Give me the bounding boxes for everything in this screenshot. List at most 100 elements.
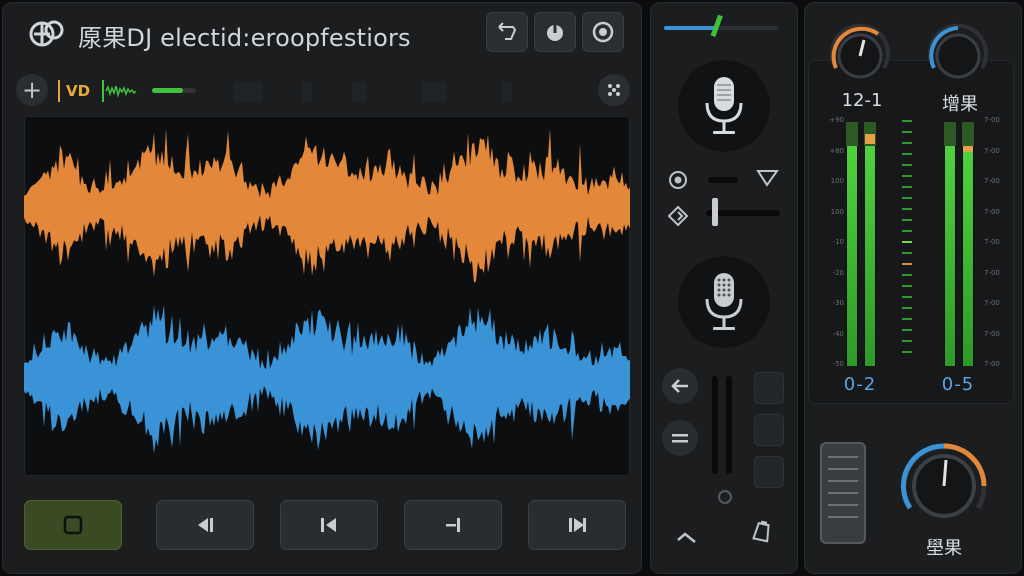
- record-icon: [669, 171, 687, 189]
- toolbar-slot: [352, 82, 366, 102]
- channel-a-gain-knob[interactable]: [826, 22, 894, 90]
- scale-tick: [902, 208, 912, 210]
- prev-icon: [198, 518, 213, 532]
- scale-tick: [902, 131, 912, 133]
- channel-fader-b[interactable]: [726, 376, 732, 474]
- cue-button[interactable]: [404, 500, 502, 550]
- target-button[interactable]: [582, 12, 624, 52]
- master-fader[interactable]: [820, 442, 866, 544]
- deck-a-waveform: [24, 128, 630, 283]
- waveform-display[interactable]: [24, 116, 630, 476]
- target-icon: [592, 21, 614, 43]
- scale-tick: [902, 142, 912, 144]
- scale-tick: [902, 263, 912, 265]
- meter-scale-right: 7-00 7-00 7-00 7-00 7-00 7-00 7-00 7-00 7-00: [984, 116, 1008, 368]
- mic-mixer-panel: [650, 2, 798, 574]
- mini-meter-icon: [102, 80, 137, 102]
- stop-icon: [63, 515, 83, 535]
- scale-label: 7-00: [984, 238, 1000, 246]
- deck-panel: 厡果DJ electid:eroopfestiors + VD: [2, 2, 642, 574]
- meter-b-right: [962, 122, 974, 366]
- toolbar-slot: [234, 82, 262, 102]
- record-button[interactable]: [666, 168, 690, 192]
- scale-label: +80: [829, 146, 844, 155]
- scale-label: -40: [832, 329, 844, 338]
- scale-tick: [902, 175, 912, 177]
- route-button[interactable]: [754, 166, 782, 190]
- pad-button-3[interactable]: [754, 456, 784, 488]
- mic-volume-handle[interactable]: [712, 198, 718, 226]
- mic-fx-button[interactable]: [666, 204, 690, 228]
- scale-label: 7-00: [984, 207, 1000, 216]
- arrow-left-icon: [671, 379, 688, 393]
- master-panel: 12-1 增果 +90 +80 100 100 -10 -20 -30 -40 -50 7-00…: [804, 2, 1022, 574]
- mic1-button[interactable]: [678, 60, 770, 152]
- channel-a-label: 12-1: [841, 90, 883, 111]
- shuffle-button[interactable]: [598, 74, 630, 106]
- scale-label: 7-00: [984, 146, 1000, 155]
- scale-tick: [902, 120, 912, 122]
- add-track-button[interactable]: +: [16, 74, 48, 106]
- pad-button-1[interactable]: [754, 372, 784, 404]
- channel-fader-a[interactable]: [712, 376, 718, 474]
- menu-button[interactable]: [662, 420, 698, 456]
- stop-button[interactable]: [24, 500, 122, 550]
- scale-label: 7-00: [984, 299, 1000, 307]
- scale-label: 7-00: [984, 268, 1000, 277]
- meter-a-left: [846, 122, 858, 366]
- power-button[interactable]: [534, 12, 576, 52]
- scale-tick: [902, 164, 912, 166]
- undo-button[interactable]: [674, 526, 698, 550]
- toolbar-slot: [422, 82, 446, 102]
- toolbar-slot: [302, 82, 312, 102]
- microphone-icon: [705, 77, 743, 134]
- scale-label: -50: [832, 360, 844, 368]
- scale-tick: [902, 296, 912, 298]
- pad-button-2[interactable]: [754, 414, 784, 446]
- mic2-button[interactable]: [678, 256, 770, 348]
- vd-label: VD: [66, 82, 91, 100]
- scale-label: 100: [830, 207, 844, 216]
- skip-back-button[interactable]: [280, 500, 378, 550]
- deck-b-waveform: [24, 305, 630, 454]
- scale-label: 7-00: [984, 116, 1000, 124]
- channel-b-label: 增果: [942, 94, 978, 115]
- scale-tick: [902, 186, 912, 188]
- crossfader[interactable]: [664, 14, 778, 37]
- prev-button[interactable]: [156, 500, 254, 550]
- toolbar-slot: [502, 82, 512, 102]
- skip-back-icon: [321, 518, 336, 532]
- scale-label: 7-00: [984, 360, 1000, 368]
- scale-label: 7-00: [984, 329, 1000, 338]
- skip-forward-button[interactable]: [528, 500, 626, 550]
- equals-icon: [672, 434, 688, 443]
- input-level-bar: [152, 88, 196, 93]
- fader-indicator: [718, 490, 732, 504]
- scale-tick: [902, 351, 912, 353]
- scale-label: -20: [832, 268, 844, 277]
- scale-tick: [902, 274, 912, 276]
- back-button[interactable]: [662, 368, 698, 404]
- master-label: 壆果: [926, 538, 962, 559]
- skip-forward-icon: [569, 518, 586, 532]
- channel-b-gain-knob[interactable]: [924, 22, 992, 90]
- clipboard-icon: [752, 520, 770, 543]
- master-volume-knob[interactable]: [896, 438, 992, 534]
- dice-icon: [608, 84, 620, 96]
- scale-tick: [902, 197, 912, 199]
- power-icon: [547, 23, 563, 41]
- microphone-icon: [705, 273, 743, 330]
- meter-a-right: [864, 122, 876, 366]
- channel-b-value: 0-5: [941, 374, 975, 395]
- channel-a-value: 0-2: [843, 374, 877, 395]
- undo-icon: [677, 532, 696, 543]
- vd-indicator: VD: [58, 80, 90, 102]
- app-title: 厡果DJ electid:eroopfestiors: [78, 24, 411, 52]
- scale-tick: [902, 153, 912, 155]
- scale-tick: [902, 307, 912, 309]
- loop-button[interactable]: [486, 12, 528, 52]
- diamond-fx-icon: [667, 205, 689, 227]
- scale-tick: [902, 219, 912, 221]
- triangle-route-icon: [756, 170, 779, 187]
- clip-button[interactable]: [750, 520, 774, 544]
